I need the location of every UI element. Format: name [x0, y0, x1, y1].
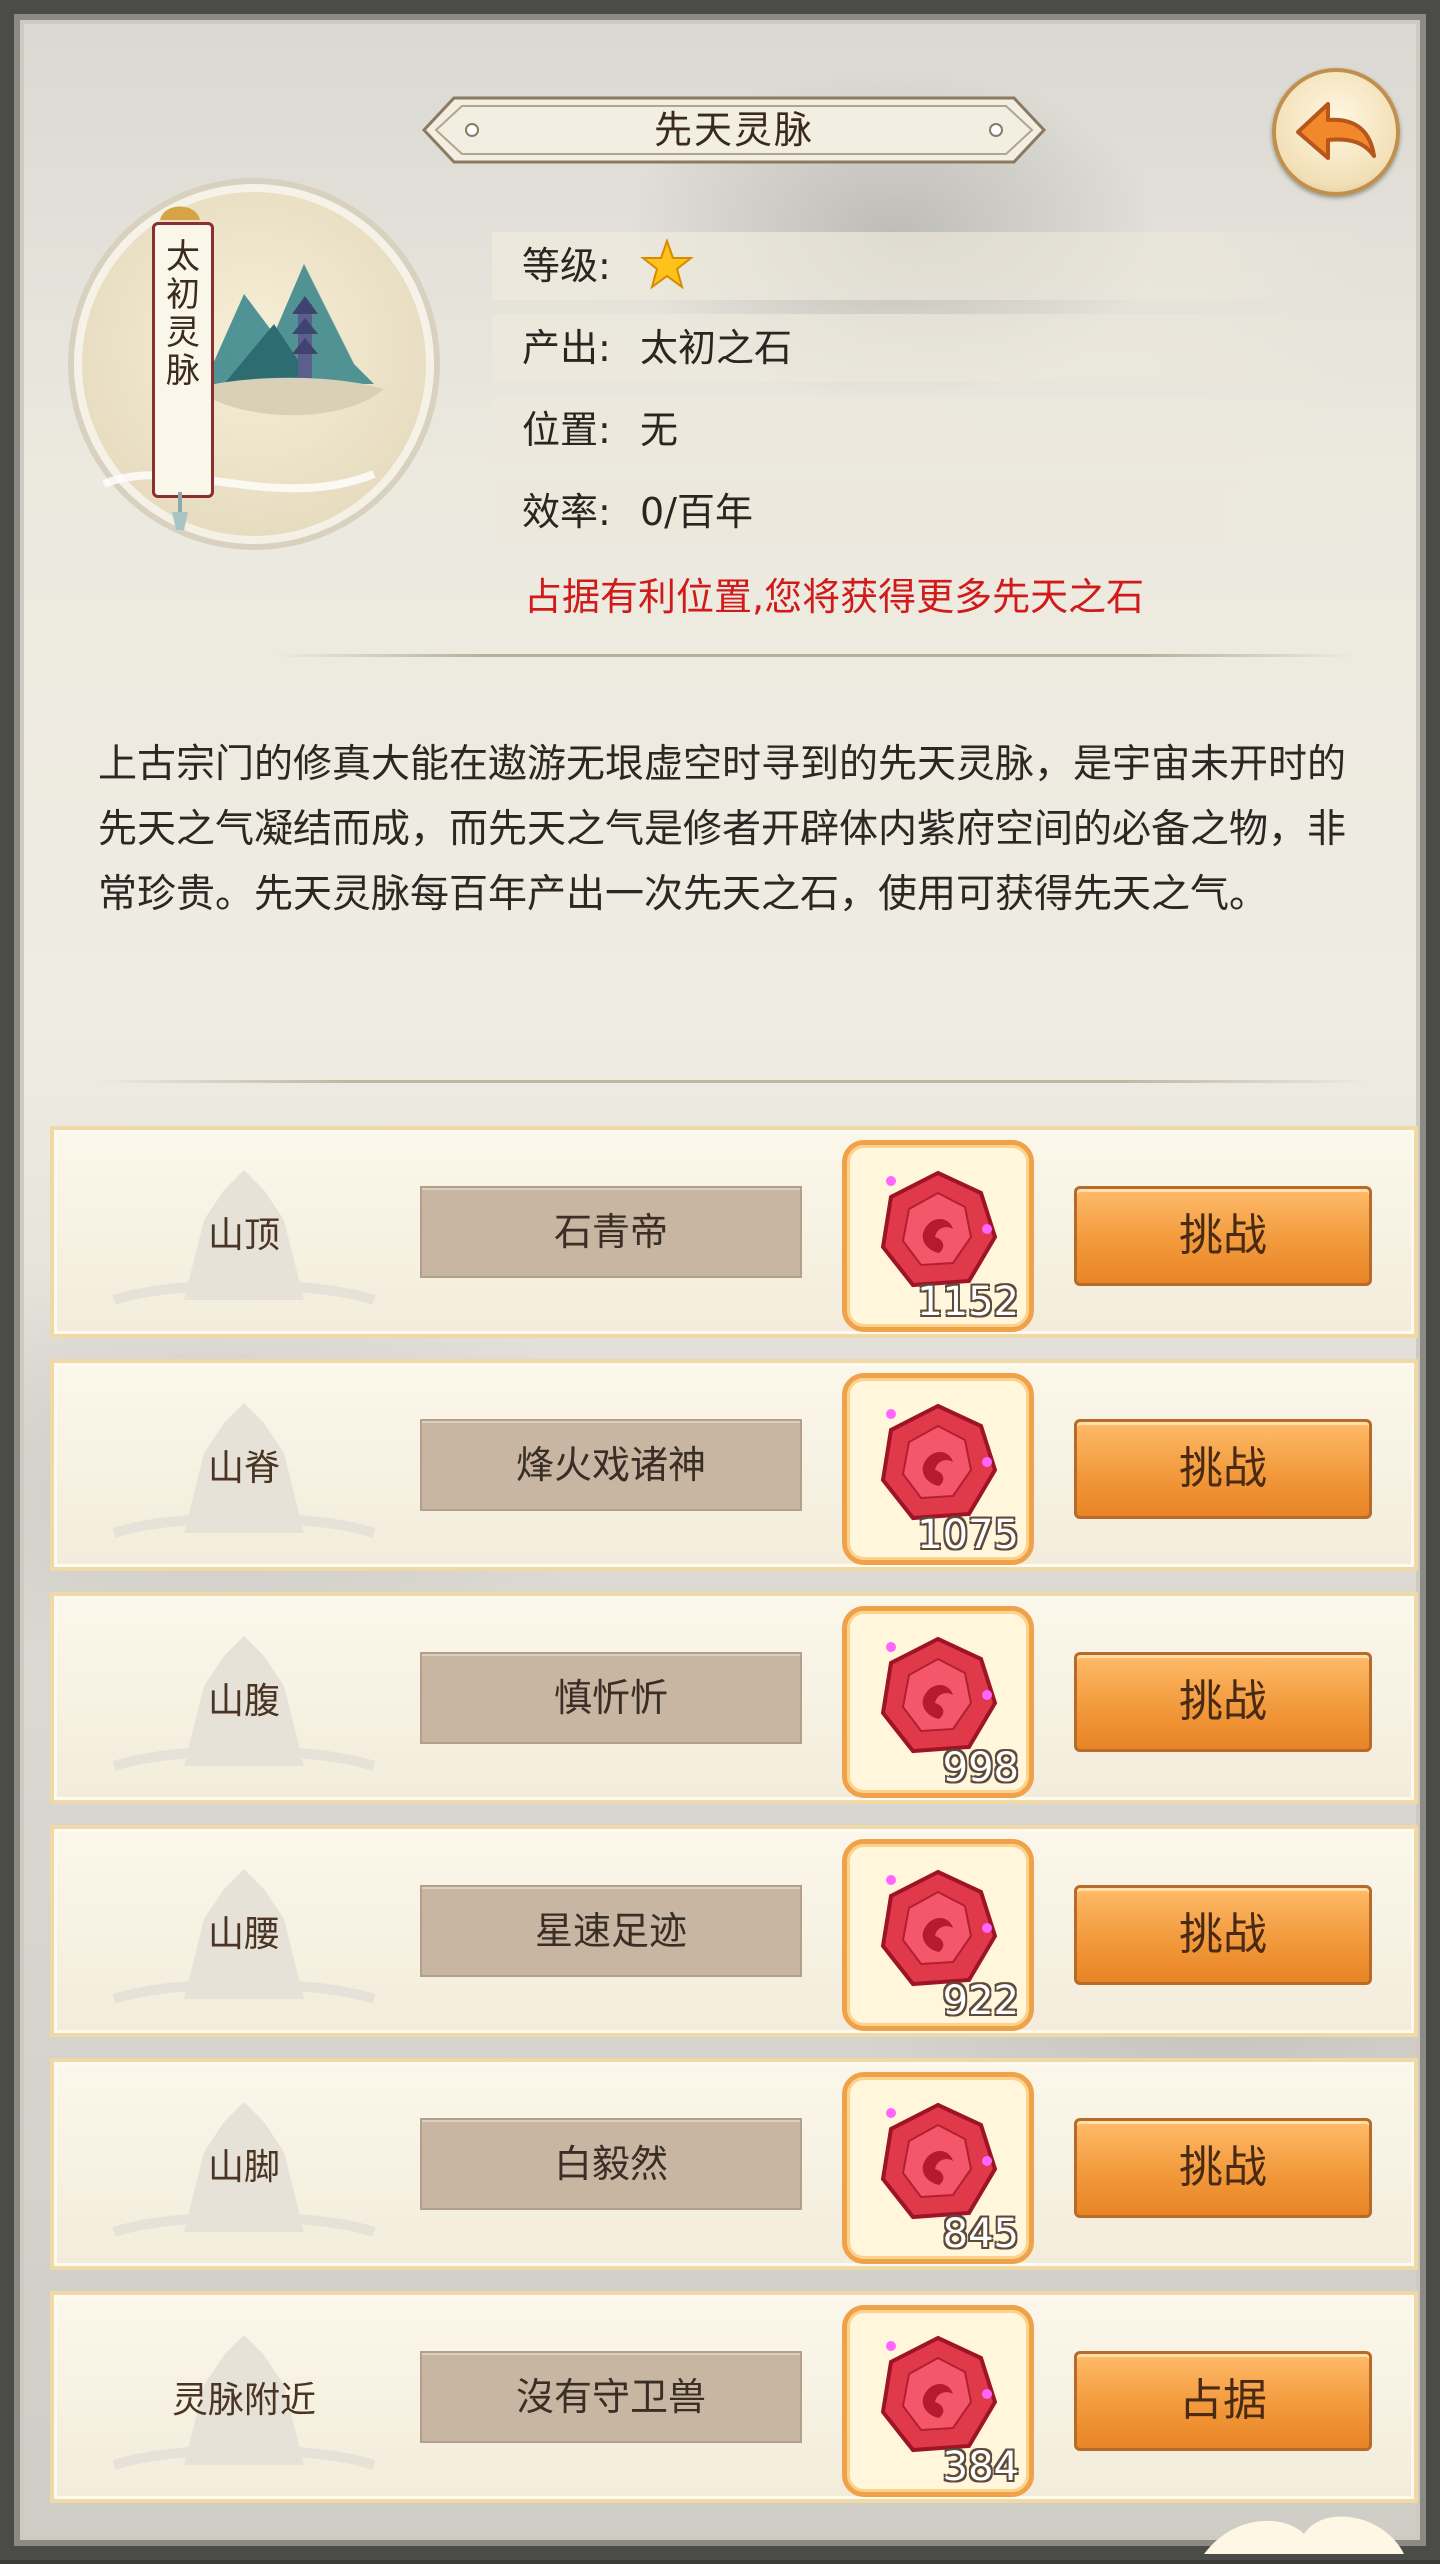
tassel-icon: [172, 492, 188, 530]
reward-count: 845: [942, 2211, 1019, 2257]
position-label: 位置:: [522, 408, 611, 452]
game-panel: 先天灵脉 太初灵脉 等级: 产出: 太初之石 位置: 无 效率: 0/百年 占据…: [0, 0, 1440, 2560]
reward-count: 998: [942, 1745, 1019, 1791]
hint-text: 占据有利位置,您将获得更多先天之石: [524, 575, 1145, 619]
red-gem-icon: [880, 1636, 998, 1754]
challenge-button[interactable]: 挑战: [1074, 1186, 1372, 1286]
reward-slot[interactable]: 1152: [842, 1140, 1034, 1332]
reward-count: 384: [942, 2444, 1019, 2490]
title-banner: 先天灵脉: [414, 90, 1054, 170]
guardian-name: 星速足迹: [420, 1885, 802, 1977]
info-row-level: 等级:: [492, 232, 1372, 300]
reward-slot[interactable]: 998: [842, 1606, 1034, 1798]
description-text: 上古宗门的修真大能在遨游无垠虚空时寻到的先天灵脉，是宇宙未开时的先天之气凝结而成…: [98, 742, 1347, 917]
info-row-output: 产出: 太初之石: [492, 314, 1372, 382]
occupy-row: 山腰 星速足迹 922 挑战: [50, 1825, 1418, 2037]
emblem-scroll: 太初灵脉: [144, 194, 216, 530]
challenge-button[interactable]: 挑战: [1074, 1885, 1372, 1985]
level-stars: [640, 232, 694, 300]
occupy-row: 山脊 烽火戏诸神 1075 挑战: [50, 1359, 1418, 1571]
floating-mountain-icon: [102, 264, 384, 493]
red-gem-icon: [880, 1869, 998, 1987]
list-divider: [98, 1080, 1370, 1083]
reward-count: 922: [942, 1978, 1019, 2024]
info-row-position: 位置: 无: [492, 396, 1372, 464]
guardian-name: 石青帝: [420, 1186, 802, 1278]
reward-slot[interactable]: 384: [842, 2305, 1034, 2497]
occupy-button[interactable]: 占据: [1074, 2351, 1372, 2451]
emblem-name: 太初灵脉: [159, 238, 200, 390]
back-button[interactable]: [1272, 68, 1400, 196]
guardian-name: 白毅然: [420, 2118, 802, 2210]
efficiency-label: 效率:: [522, 490, 611, 534]
header-divider: [274, 654, 1354, 657]
spot-label: 山腹: [207, 1681, 280, 1722]
fan-ornament-icon: [160, 206, 200, 220]
guardian-name: 沒有守卫兽: [420, 2351, 802, 2443]
occupy-row: 灵脉附近 沒有守卫兽 384 占据: [50, 2291, 1418, 2503]
reward-slot[interactable]: 922: [842, 1839, 1034, 2031]
output-label: 产出:: [522, 326, 611, 370]
spot-label: 山腰: [207, 1914, 280, 1955]
reward-slot[interactable]: 845: [842, 2072, 1034, 2264]
spot-label: 山脊: [207, 1448, 280, 1489]
occupy-row: 山腹 慎忻忻 998 挑战: [50, 1592, 1418, 1804]
reward-slot[interactable]: 1075: [842, 1373, 1034, 1565]
challenge-button[interactable]: 挑战: [1074, 2118, 1372, 2218]
guardian-name: 慎忻忻: [420, 1652, 802, 1744]
position-value: 无: [640, 408, 679, 452]
challenge-button[interactable]: 挑战: [1074, 1419, 1372, 1519]
spot-label: 山顶: [207, 1215, 280, 1256]
page-title: 先天灵脉: [653, 108, 814, 152]
reward-count: 1075: [917, 1512, 1019, 1558]
cloud-decoration-icon: [1204, 2516, 1404, 2554]
info-row-efficiency: 效率: 0/百年: [492, 478, 1372, 546]
red-gem-icon: [880, 1403, 998, 1521]
red-gem-icon: [880, 1170, 998, 1288]
back-arrow-icon: [1296, 102, 1376, 160]
challenge-button[interactable]: 挑战: [1074, 1652, 1372, 1752]
spot-label: 山脚: [207, 2147, 280, 2188]
vein-emblem: 太初灵脉: [74, 184, 434, 584]
output-value: 太初之石: [640, 326, 793, 370]
red-gem-icon: [880, 2335, 998, 2453]
reward-count: 1152: [917, 1279, 1019, 1325]
occupy-row: 山顶 石青帝 1152 挑战: [50, 1126, 1418, 1338]
red-gem-icon: [880, 2102, 998, 2220]
star-icon: [640, 237, 694, 290]
level-label: 等级:: [522, 244, 611, 288]
occupy-row: 山脚 白毅然 845 挑战: [50, 2058, 1418, 2270]
efficiency-value: 0/百年: [640, 490, 753, 534]
spot-label: 灵脉附近: [171, 2380, 316, 2421]
guardian-name: 烽火戏诸神: [420, 1419, 802, 1511]
